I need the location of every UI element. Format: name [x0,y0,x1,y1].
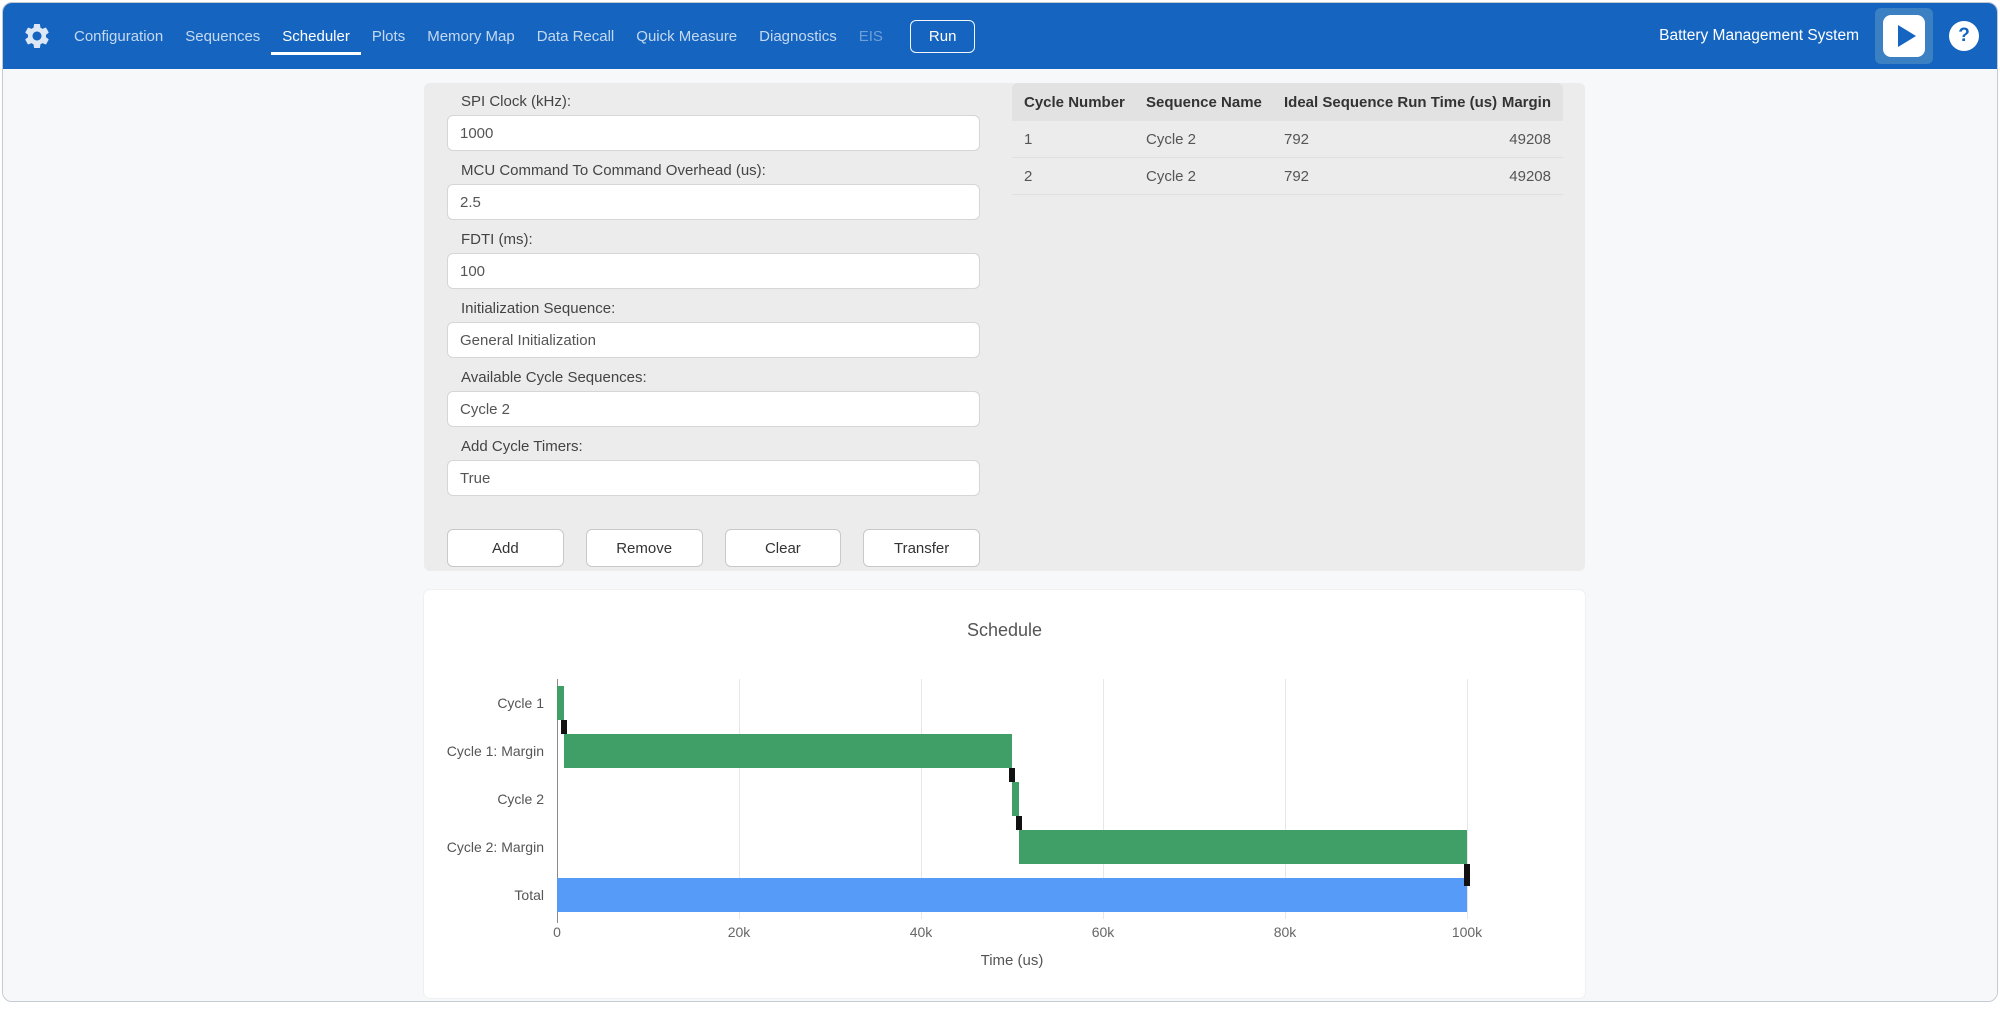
y-category-label: Cycle 1: Margin [447,727,544,775]
scheduler-page: SPI Clock (kHz): MCU Command To Command O… [3,69,1997,1001]
table-cell: 49208 [1499,168,1551,185]
nav-item-diagnostics[interactable]: Diagnostics [748,18,848,55]
remove-button[interactable]: Remove [586,529,703,567]
chart-bar-total [557,878,1467,912]
chart-title: Schedule [424,620,1585,641]
main-nav: ConfigurationSequencesSchedulerPlotsMemo… [63,18,894,55]
table-cell: 792 [1284,168,1499,185]
table-cell: 792 [1284,131,1499,148]
x-tick-label: 20k [709,924,769,940]
form-field-fdti-ms: FDTI (ms): [447,231,980,289]
nav-item-data-recall[interactable]: Data Recall [526,18,626,55]
form-field-mcu-command-to-command-overhead-us: MCU Command To Command Overhead (us): [447,162,980,220]
run-button[interactable]: Run [910,20,976,53]
help-icon[interactable]: ? [1949,21,1979,51]
y-category-label: Cycle 2 [497,775,544,823]
nav-item-plots[interactable]: Plots [361,18,416,55]
table-header-margin: Margin [1499,94,1551,111]
chart-x-ticks: 020k40k60k80k100k [557,924,1467,942]
table-header-ideal-sequence-run-time-us: Ideal Sequence Run Time (us) [1284,94,1499,111]
y-category-label: Total [514,871,544,919]
form-buttons: Add Remove Clear Transfer [447,529,980,567]
form-field-initialization-sequence: Initialization Sequence: [447,300,980,358]
schedule-chart-card: Schedule Cycle 1Cycle 1: MarginCycle 2Cy… [424,590,1585,998]
cycles-table: Cycle NumberSequence NameIdeal Sequence … [1012,83,1563,195]
chart-bar-cycle-2 [1012,782,1019,816]
field-label: FDTI (ms): [461,231,980,248]
form-field-available-cycle-sequences: Available Cycle Sequences: [447,369,980,427]
clear-button[interactable]: Clear [725,529,842,567]
x-tick-label: 0 [527,924,587,940]
mcu-command-to-command-overhead-us-input[interactable] [447,184,980,220]
spi-clock-khz-input[interactable] [447,115,980,151]
chart-plot [557,679,1467,919]
field-label: SPI Clock (kHz): [461,93,980,110]
field-label: MCU Command To Command Overhead (us): [461,162,980,179]
bar-end-marker [1464,872,1470,886]
nav-item-configuration[interactable]: Configuration [63,18,174,55]
table-row[interactable]: 1Cycle 279249208 [1012,121,1563,158]
scheduler-config-panel: SPI Clock (kHz): MCU Command To Command O… [424,83,1585,571]
nav-item-eis[interactable]: EIS [848,18,894,55]
topbar-right-group: Battery Management System ? [1659,8,1979,64]
table-body: 1Cycle 2792492082Cycle 279249208 [1012,121,1563,195]
y-category-label: Cycle 2: Margin [447,823,544,871]
add-cycle-timers-input[interactable] [447,460,980,496]
table-cell: Cycle 2 [1146,131,1284,148]
table-header-sequence-name: Sequence Name [1146,94,1284,111]
y-category-label: Cycle 1 [497,679,544,727]
nav-item-quick-measure[interactable]: Quick Measure [625,18,748,55]
x-tick-label: 100k [1437,924,1497,940]
chart-y-labels: Cycle 1Cycle 1: MarginCycle 2Cycle 2: Ma… [424,679,551,919]
table-row[interactable]: 2Cycle 279249208 [1012,158,1563,195]
table-header-cycle-number: Cycle Number [1024,94,1146,111]
table-cell: 49208 [1499,131,1551,148]
bar-end-marker [561,720,567,734]
form-field-add-cycle-timers: Add Cycle Timers: [447,438,980,496]
initialization-sequence-input[interactable] [447,322,980,358]
x-tick-label: 80k [1255,924,1315,940]
field-label: Available Cycle Sequences: [461,369,980,386]
form-field-spi-clock-khz: SPI Clock (kHz): [447,93,980,151]
nav-item-scheduler[interactable]: Scheduler [271,18,361,55]
add-button[interactable]: Add [447,529,564,567]
field-label: Initialization Sequence: [461,300,980,317]
play-button[interactable] [1875,8,1933,64]
app-title: Battery Management System [1659,27,1859,45]
play-icon [1883,15,1925,57]
x-tick-label: 60k [1073,924,1133,940]
bar-end-marker [1009,768,1015,782]
bar-end-marker [1016,816,1022,830]
table-cell: 2 [1024,168,1146,185]
x-tick-label: 40k [891,924,951,940]
fdti-ms-input[interactable] [447,253,980,289]
chart-bar-cycle-1 [557,686,564,720]
chart-x-axis-label: Time (us) [557,952,1467,969]
table-header-row: Cycle NumberSequence NameIdeal Sequence … [1012,83,1563,121]
chart-bar-cycle-2-margin [1019,830,1467,864]
transfer-button[interactable]: Transfer [863,529,980,567]
table-cell: Cycle 2 [1146,168,1284,185]
play-triangle-icon [1898,25,1916,47]
table-cell: 1 [1024,131,1146,148]
available-cycle-sequences-input[interactable] [447,391,980,427]
chart-bar-cycle-1-margin [564,734,1012,768]
field-label: Add Cycle Timers: [461,438,980,455]
app-window: ConfigurationSequencesSchedulerPlotsMemo… [2,2,1998,1002]
nav-item-memory-map[interactable]: Memory Map [416,18,526,55]
scheduler-form: SPI Clock (kHz): MCU Command To Command O… [447,93,980,507]
top-navigation-bar: ConfigurationSequencesSchedulerPlotsMemo… [3,3,1997,69]
settings-gear-icon[interactable] [21,20,53,52]
nav-item-sequences[interactable]: Sequences [174,18,271,55]
